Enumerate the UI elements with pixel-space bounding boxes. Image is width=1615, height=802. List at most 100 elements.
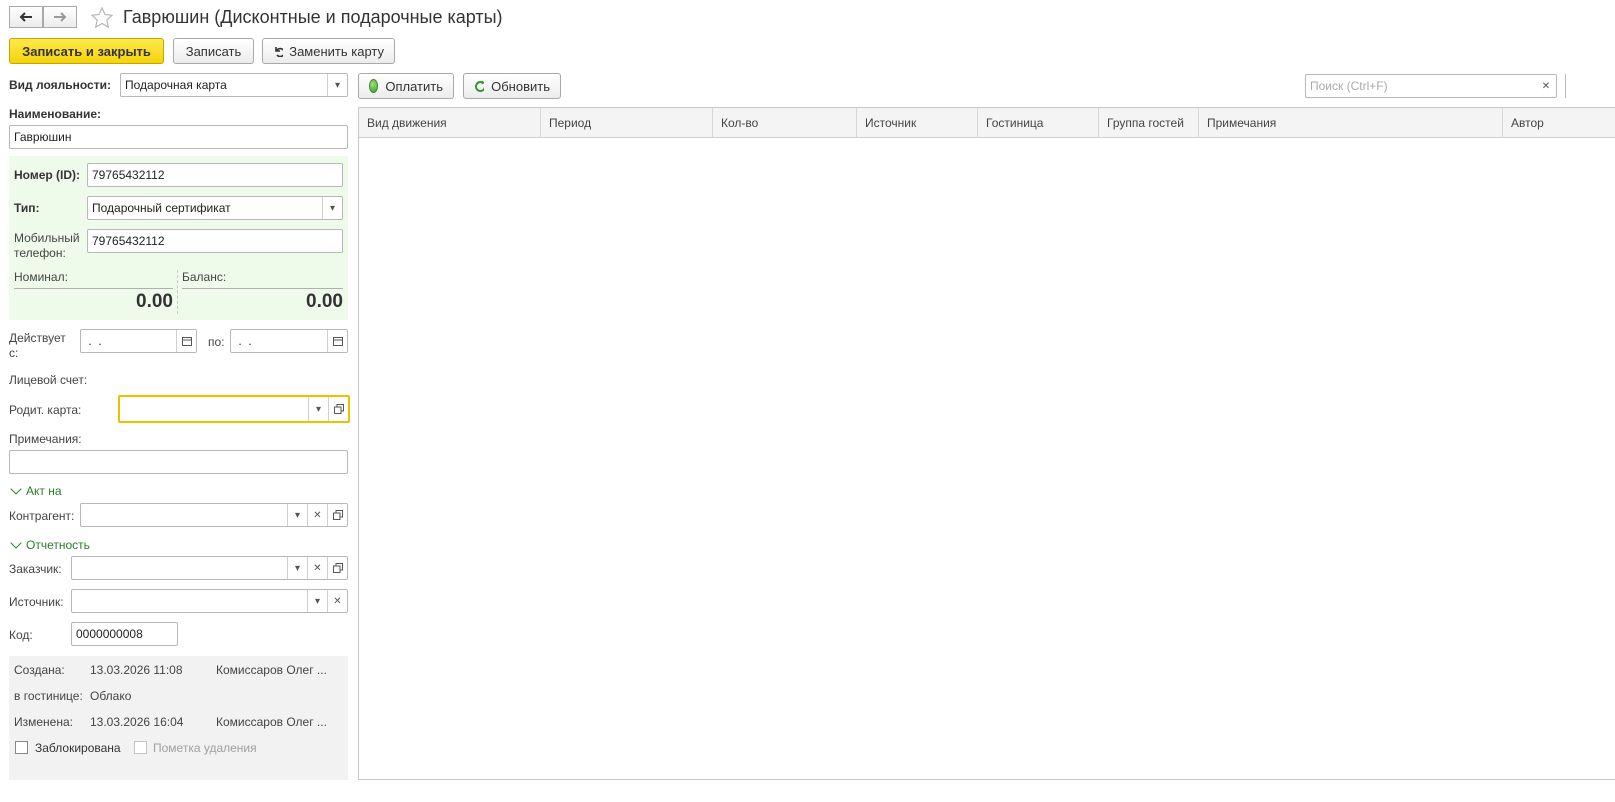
close-icon: ✕ (313, 562, 322, 574)
chevron-down-icon: ▾ (315, 403, 322, 415)
balance-label: Баланс: (182, 270, 227, 284)
chevron-down-icon: ▾ (294, 562, 301, 574)
clear-button[interactable]: ✕ (307, 557, 327, 579)
table-header: Вид движения Период Кол-во Источник Гост… (359, 108, 1615, 138)
more-actions-edge[interactable] (1565, 74, 1615, 98)
search-input[interactable]: Поиск (Ctrl+F) ✕ (1305, 74, 1557, 98)
account-label: Лицевой счет: (9, 373, 88, 387)
valid-from-label-line1: Действует (9, 331, 66, 345)
loyalty-select[interactable]: Подарочная карта ▾ (120, 73, 348, 97)
reporting-section-label: Отчетность (26, 538, 90, 552)
column-header[interactable]: Автор (1503, 108, 1615, 138)
modified-label: Изменена: (14, 715, 73, 729)
valid-to-input[interactable]: . . (230, 329, 348, 353)
replace-card-button[interactable]: Заменить карту (262, 38, 395, 64)
open-window-icon (333, 404, 344, 414)
clear-search-button[interactable]: ✕ (1536, 75, 1556, 97)
column-header[interactable]: Источник (857, 108, 978, 138)
dropdown-button[interactable]: ▾ (308, 397, 328, 421)
calendar-icon (332, 337, 343, 346)
arrow-left-icon (19, 12, 32, 22)
column-header[interactable]: Период (541, 108, 713, 138)
type-select[interactable]: Подарочный сертификат ▾ (87, 196, 343, 220)
hotel-label: в гостинице: (14, 689, 83, 703)
created-label: Создана: (14, 663, 65, 677)
name-label: Наименование: (9, 107, 102, 121)
refresh-button[interactable]: Обновить (463, 73, 561, 99)
dropdown-button[interactable]: ▾ (287, 504, 307, 526)
act-section-toggle[interactable]: Акт на (10, 483, 62, 498)
back-button[interactable] (9, 6, 43, 28)
code-input[interactable]: 0000000008 (71, 622, 178, 646)
pay-label: Оплатить (385, 78, 443, 94)
close-icon: ✕ (1541, 80, 1551, 92)
calendar-button[interactable] (327, 330, 347, 352)
card-number-input[interactable]: 79765432112 (87, 163, 343, 187)
open-button[interactable] (327, 557, 347, 579)
dropdown-button[interactable]: ▾ (307, 590, 327, 612)
save-button[interactable]: Записать (173, 38, 254, 64)
mobile-input[interactable]: 79765432112 (87, 229, 343, 253)
clear-button[interactable]: ✕ (307, 504, 327, 526)
open-window-icon (332, 563, 343, 573)
dropdown-button[interactable]: ▾ (327, 74, 347, 96)
card-number-label: Номер (ID): (14, 168, 81, 182)
favorite-star-icon[interactable] (90, 6, 114, 30)
arrow-right-icon (54, 12, 67, 22)
balance-underline (182, 288, 343, 289)
column-header[interactable]: Примечания (1199, 108, 1503, 138)
valid-from-label-line2: с: (9, 346, 19, 360)
customer-input[interactable]: ▾ ✕ (71, 556, 348, 580)
refresh-label: Обновить (491, 78, 550, 94)
column-header[interactable]: Кол-во (713, 108, 857, 138)
reporting-section-toggle[interactable]: Отчетность (10, 537, 90, 552)
loyalty-label: Вид лояльности: (9, 78, 111, 92)
valid-to-label: по: (208, 335, 225, 349)
column-header[interactable]: Вид движения (359, 108, 541, 138)
blocked-label: Заблокирована (35, 741, 121, 755)
dropdown-button[interactable]: ▾ (287, 557, 307, 579)
modified-by: Комиссаров Олег ... (216, 715, 327, 729)
created-date: 13.03.2026 11:08 (90, 663, 183, 677)
type-value: Подарочный сертификат (92, 201, 231, 215)
dropdown-button[interactable]: ▾ (322, 197, 342, 219)
chevron-down-icon (10, 483, 22, 495)
parent-card-input[interactable]: ▾ (118, 395, 350, 423)
open-window-icon (332, 510, 343, 520)
open-button[interactable] (327, 504, 347, 526)
notes-label: Примечания: (9, 432, 82, 446)
divider (177, 270, 178, 314)
source-label: Источник: (9, 595, 64, 609)
calendar-icon (181, 337, 192, 346)
valid-from-input[interactable]: . . (80, 329, 197, 353)
clear-button[interactable]: ✕ (327, 590, 347, 612)
modified-date: 13.03.2026 16:04 (90, 715, 184, 729)
valid-to-value: . . (235, 334, 252, 348)
search-placeholder: Поиск (Ctrl+F) (1310, 79, 1388, 93)
calendar-button[interactable] (176, 330, 196, 352)
valid-from-value: . . (85, 334, 102, 348)
counterparty-input[interactable]: ▾ ✕ (80, 503, 348, 527)
loyalty-value: Подарочная карта (125, 78, 227, 92)
movements-table[interactable]: Вид движения Период Кол-во Источник Гост… (358, 107, 1615, 780)
pay-button[interactable]: Оплатить (358, 73, 454, 99)
name-input[interactable]: Гаврюшин (9, 125, 348, 149)
column-header[interactable]: Гостиница (978, 108, 1099, 138)
blocked-checkbox[interactable] (15, 741, 28, 754)
save-and-close-button[interactable]: Записать и закрыть (9, 38, 164, 64)
forward-button[interactable] (43, 6, 77, 28)
act-section-label: Акт на (26, 484, 62, 498)
created-by: Комиссаров Олег ... (216, 663, 327, 677)
column-header[interactable]: Группа гостей (1099, 108, 1199, 138)
close-icon: ✕ (313, 509, 322, 521)
chevron-down-icon: ▾ (329, 202, 336, 214)
chevron-down-icon: ▾ (334, 79, 341, 91)
deletion-mark-checkbox[interactable] (134, 741, 147, 754)
notes-input[interactable] (9, 450, 348, 474)
parent-card-label: Родит. карта: (9, 403, 82, 417)
open-button[interactable] (328, 397, 348, 421)
chevron-down-icon: ▾ (294, 509, 301, 521)
mobile-label-line1: Мобильный (14, 231, 80, 245)
source-input[interactable]: ▾ ✕ (71, 589, 348, 613)
hotel-value: Облако (90, 689, 132, 703)
